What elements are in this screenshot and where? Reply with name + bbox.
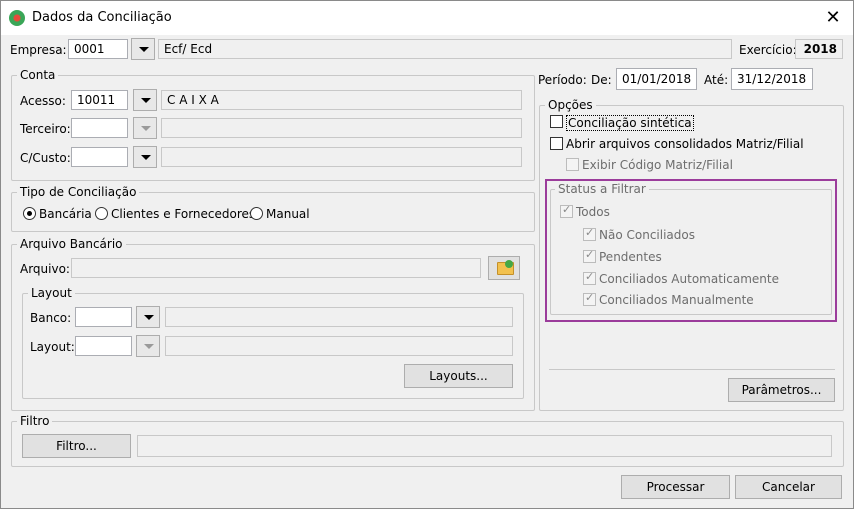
radio-bancaria[interactable] <box>23 207 36 220</box>
ccusto-label: C/Custo: <box>20 151 71 165</box>
banco-dropdown-button[interactable] <box>136 306 160 328</box>
layout-name-field <box>165 336 513 356</box>
conciliacao-sintetica-checkbox[interactable] <box>550 115 563 128</box>
dialog-window: Dados da Conciliação ✕ Empresa: 0001 Ecf… <box>0 0 854 509</box>
layout-label: Layout: <box>30 340 75 354</box>
radio-manual[interactable] <box>250 207 263 220</box>
acesso-dropdown-button[interactable] <box>133 89 157 111</box>
terceiro-label: Terceiro: <box>20 122 71 136</box>
terceiro-dropdown-button[interactable] <box>133 117 157 139</box>
layout-group-label: Layout <box>28 286 75 300</box>
layouts-button[interactable]: Layouts... <box>404 364 513 388</box>
terceiro-input[interactable] <box>71 118 128 138</box>
close-icon[interactable]: ✕ <box>819 6 847 30</box>
radio-manual-label[interactable]: Manual <box>266 207 310 221</box>
layout-dropdown-button[interactable] <box>136 335 160 357</box>
ccusto-dropdown-button[interactable] <box>133 146 157 168</box>
abrir-arquivos-label[interactable]: Abrir arquivos consolidados Matriz/Filia… <box>566 137 804 151</box>
acesso-name-field: C A I X A <box>161 90 522 110</box>
exibir-codigo-checkbox[interactable] <box>566 158 579 171</box>
processar-button[interactable]: Processar <box>621 475 730 499</box>
open-folder-icon[interactable] <box>488 256 520 280</box>
ccusto-name-field <box>161 147 522 167</box>
exibir-codigo-label: Exibir Código Matriz/Filial <box>582 158 733 172</box>
banco-name-field <box>165 307 513 327</box>
tipo-conciliacao-label: Tipo de Conciliação <box>17 185 140 199</box>
arquivo-path-field <box>71 258 481 278</box>
empresa-code-input[interactable]: 0001 <box>68 39 128 59</box>
filtro-button[interactable]: Filtro... <box>22 434 131 458</box>
periodo-ate-label: Até: <box>704 73 729 87</box>
terceiro-name-field <box>161 118 522 138</box>
banco-input[interactable] <box>75 307 132 327</box>
empresa-dropdown-button[interactable] <box>131 38 155 60</box>
periodo-de-input[interactable]: 01/01/2018 <box>616 68 697 90</box>
ccusto-input[interactable] <box>71 147 128 167</box>
banco-label: Banco: <box>30 311 72 325</box>
filtro-expression-field <box>137 435 832 457</box>
empresa-label: Empresa: <box>10 43 67 57</box>
periodo-ate-input[interactable]: 31/12/2018 <box>731 68 813 90</box>
window-title: Dados da Conciliação <box>32 10 172 25</box>
radio-clientes-fornecedores-label[interactable]: Clientes e Fornecedores <box>111 207 255 221</box>
arquivo-label: Arquivo: <box>20 262 70 276</box>
arquivo-bancario-label: Arquivo Bancário <box>17 237 126 251</box>
periodo-label: Período: <box>538 73 587 87</box>
radio-bancaria-label[interactable]: Bancária <box>39 207 92 221</box>
abrir-arquivos-checkbox[interactable] <box>550 137 563 150</box>
layout-input[interactable] <box>75 336 132 356</box>
title-bar: Dados da Conciliação ✕ <box>1 1 853 35</box>
conciliacao-sintetica-label[interactable]: Conciliação sintética <box>566 115 694 131</box>
radio-clientes-fornecedores[interactable] <box>95 207 108 220</box>
acesso-label: Acesso: <box>20 94 66 108</box>
conta-group-label: Conta <box>17 68 59 82</box>
filtro-group-label: Filtro <box>17 414 53 428</box>
app-logo-icon <box>9 10 25 26</box>
opcoes-separator <box>549 369 835 370</box>
status-highlight-box <box>545 179 837 322</box>
parametros-button[interactable]: Parâmetros... <box>728 378 835 402</box>
periodo-de-label: De: <box>591 73 612 87</box>
exercicio-value: 2018 <box>795 39 843 59</box>
opcoes-group-label: Opções <box>545 98 596 112</box>
empresa-name-field: Ecf/ Ecd <box>158 39 732 59</box>
cancelar-button[interactable]: Cancelar <box>735 475 842 499</box>
acesso-code-input[interactable]: 10011 <box>71 90 128 110</box>
exercicio-label: Exercício: <box>739 43 797 57</box>
